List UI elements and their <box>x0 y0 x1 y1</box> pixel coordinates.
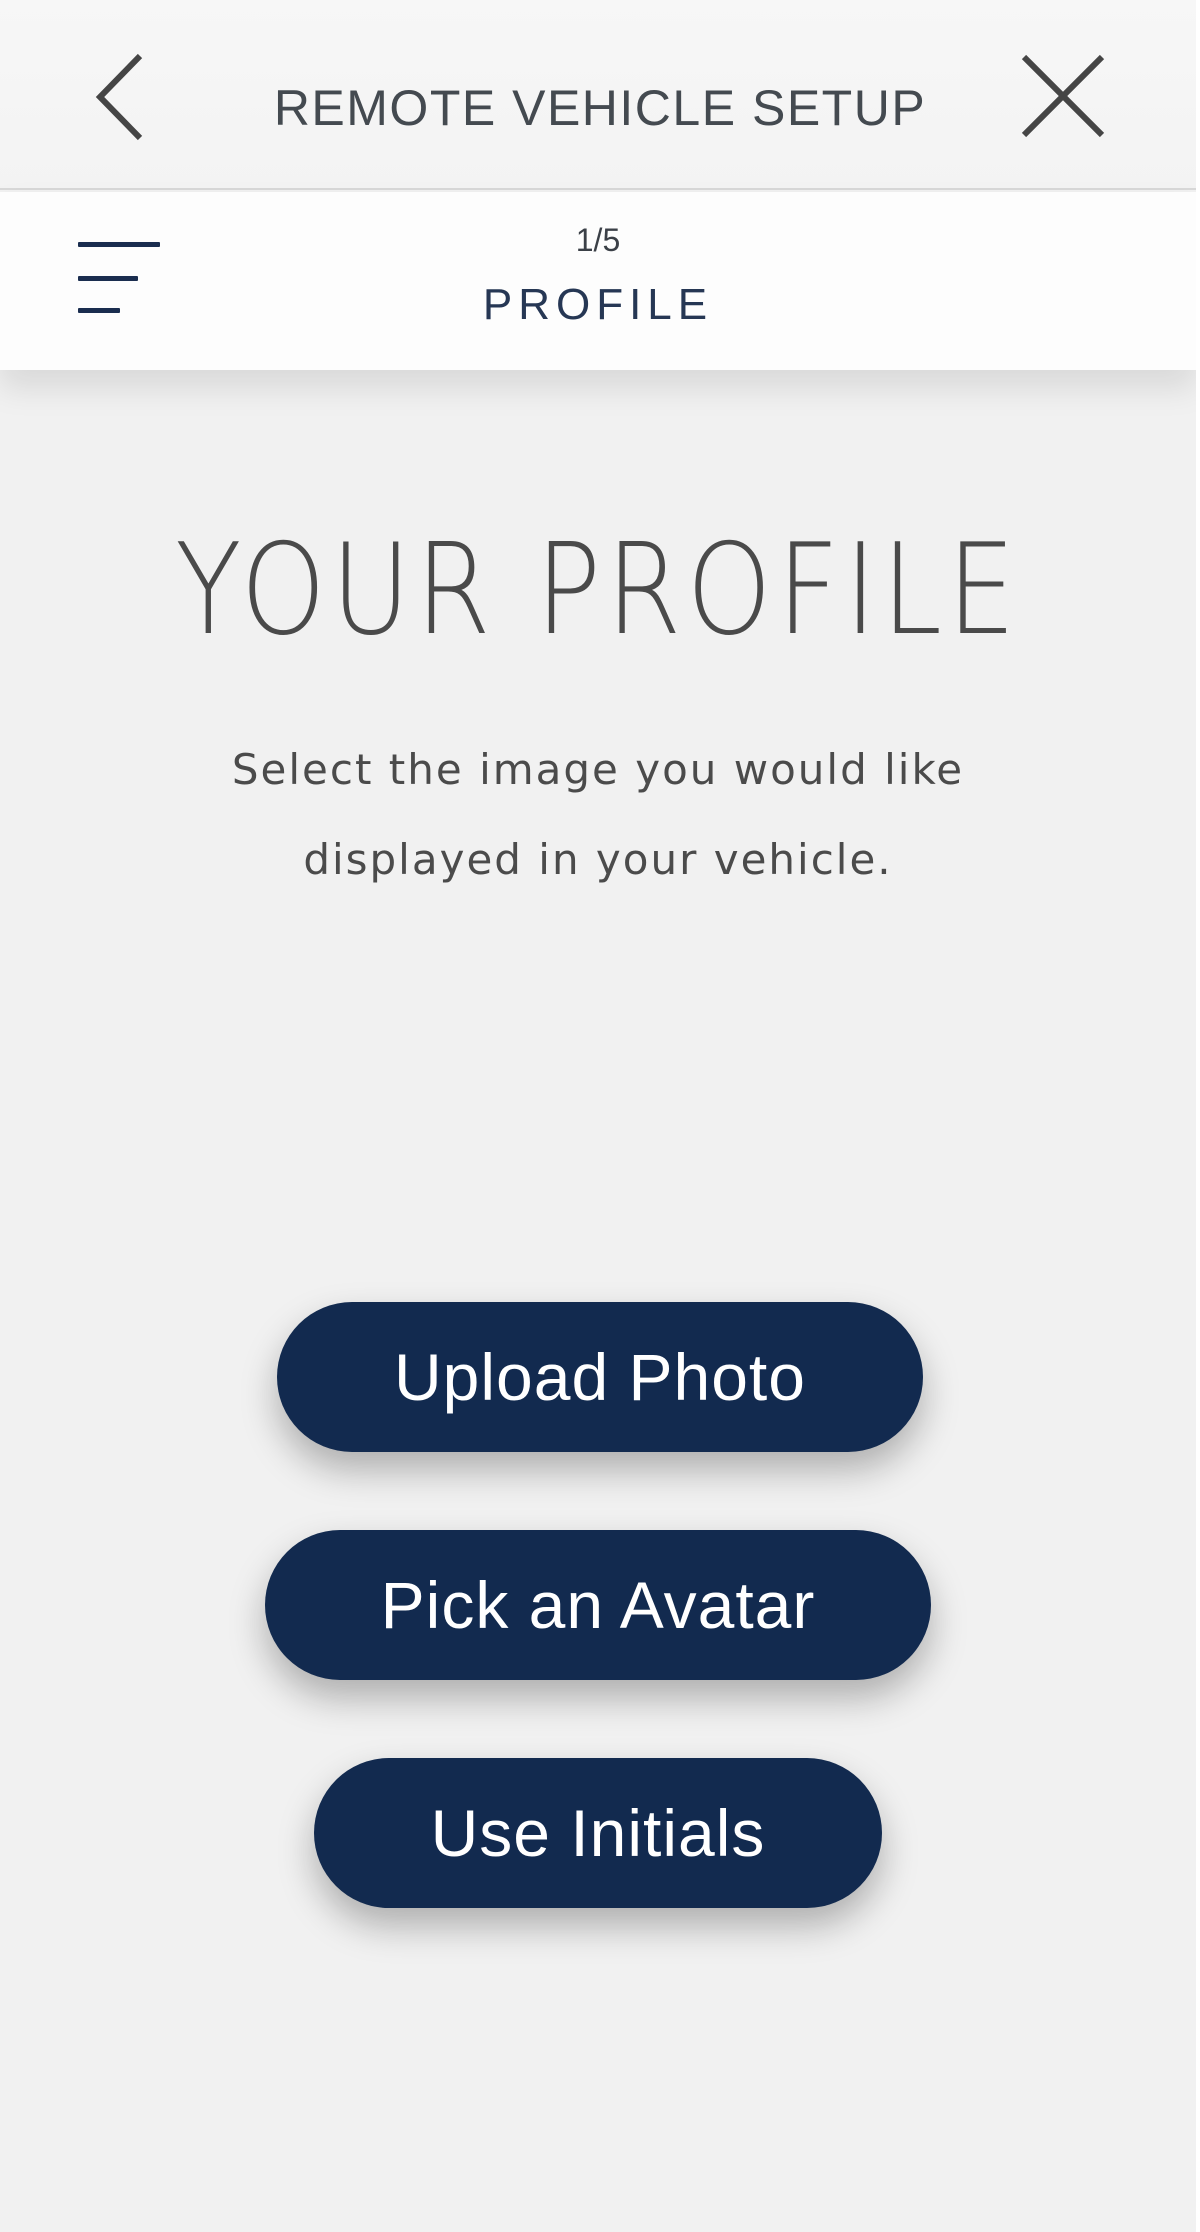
close-icon <box>1021 54 1105 138</box>
menu-icon-line <box>78 276 138 281</box>
upload-photo-button[interactable]: Upload Photo <box>277 1302 923 1452</box>
page-title: REMOTE VEHICLE SETUP <box>273 80 927 136</box>
close-button[interactable] <box>1010 40 1120 150</box>
chevron-left-icon <box>95 53 143 141</box>
back-button[interactable] <box>70 40 170 150</box>
screen-edge <box>1196 0 1200 2232</box>
profile-heading: YOUR PROFILE <box>175 516 1021 663</box>
use-initials-button[interactable]: Use Initials <box>314 1758 882 1908</box>
instruction-line-1: Select the image you would like <box>231 745 965 794</box>
instruction-line-2: displayed in your vehicle. <box>303 835 893 884</box>
menu-icon <box>78 242 160 247</box>
steps-menu-button[interactable] <box>76 242 166 322</box>
step-progress-header: 1/5 PROFILE <box>0 192 1196 370</box>
step-counter: 1/5 <box>575 222 621 258</box>
top-navigation-bar: REMOTE VEHICLE SETUP <box>0 0 1196 190</box>
instruction-text: Select the image you would like displaye… <box>170 725 1026 905</box>
profile-setup-screen: REMOTE VEHICLE SETUP 1/5 PROFILE YOUR PR… <box>0 0 1196 2232</box>
menu-icon-line <box>78 308 120 313</box>
pick-avatar-button[interactable]: Pick an Avatar <box>265 1530 931 1680</box>
step-title: PROFILE <box>482 280 714 329</box>
